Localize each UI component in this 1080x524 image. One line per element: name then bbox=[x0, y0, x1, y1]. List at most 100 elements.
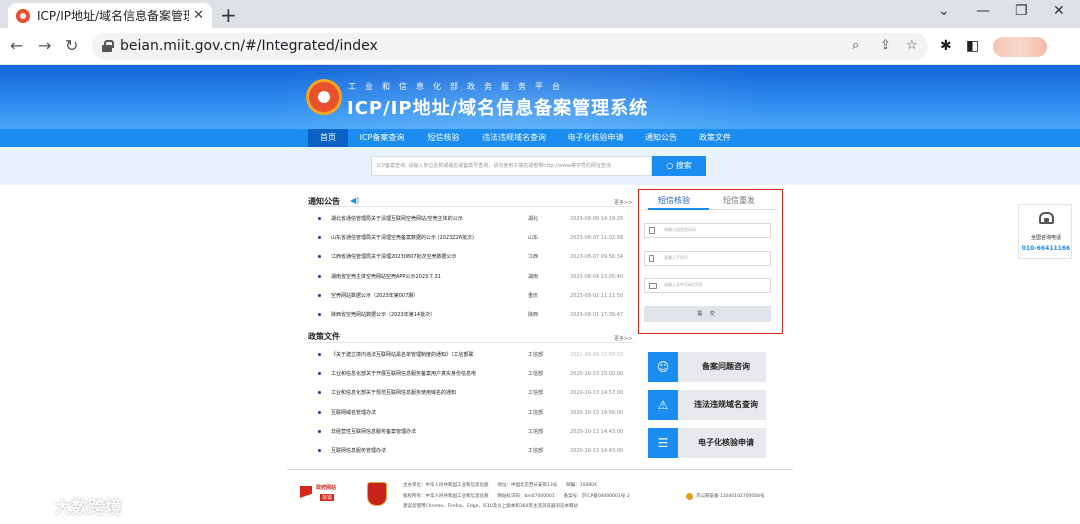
policy-date: 2020-10-13 15:00:00 bbox=[570, 371, 624, 377]
minimize-icon[interactable]: — bbox=[976, 3, 990, 19]
policy-title[interactable]: 《关于建立境内违法互联网站黑名单管理制度的通知》（工信部联 bbox=[331, 349, 516, 361]
notice-item[interactable]: 山东省通信管理局关于清理空壳备案数据的公示 (2023Z26批次) 山东 202… bbox=[318, 232, 638, 244]
notice-region: 陕西 bbox=[528, 312, 539, 318]
nav-icp-query[interactable]: ICP备案查询 bbox=[352, 129, 412, 147]
tab-search-chevron-icon[interactable]: ⌄ bbox=[938, 3, 950, 19]
url-text[interactable]: beian.miit.gov.cn/#/Integrated/index bbox=[120, 38, 378, 54]
notice-region: 山东 bbox=[528, 235, 539, 241]
bullet-icon bbox=[318, 313, 321, 316]
search-button[interactable]: ○ 搜索 bbox=[652, 156, 706, 176]
policy-title[interactable]: 非经营性互联网信息服务备案管理办法 bbox=[331, 426, 516, 438]
policy-item[interactable]: 工业和信息化部关于开展互联网信息服务备案用户真实身份信息电 工信部 2020-1… bbox=[318, 368, 638, 380]
site-banner: 工业和信息化部政务服务平台 ICP/IP地址/域名信息备案管理系统 bbox=[0, 65, 1080, 129]
bullet-icon bbox=[318, 275, 321, 278]
back-icon[interactable]: ← bbox=[10, 36, 23, 55]
bullet-icon bbox=[318, 217, 321, 220]
nav-notices[interactable]: 通知公告 bbox=[636, 129, 686, 147]
service-illegal-domain-label: 违法违规域名查询 bbox=[694, 400, 758, 409]
footer-divider bbox=[287, 469, 793, 470]
nav-e-verify[interactable]: 电子化核验申请 bbox=[558, 129, 633, 147]
zoom-icon[interactable]: ⌕ bbox=[852, 38, 859, 53]
service-illegal-domain-tile[interactable]: ⚠ 违法违规域名查询 bbox=[648, 390, 766, 420]
nav-home[interactable]: 首页 bbox=[308, 129, 348, 147]
policy-title[interactable]: 工业和信息化部关于开展互联网信息服务备案用户真实身份信息电 bbox=[331, 368, 516, 380]
policy-region: 工信部 bbox=[528, 429, 544, 435]
bullet-icon bbox=[318, 353, 321, 356]
notice-title[interactable]: 陕西省空壳网站数据公示（2023年第14批次） bbox=[331, 309, 516, 321]
id-card-icon bbox=[649, 283, 657, 289]
notice-region: 湖南 bbox=[528, 274, 539, 280]
policy-title[interactable]: 互联网信息服务管理办法 bbox=[331, 445, 516, 457]
phone-placeholder: 请输入手机号 bbox=[664, 255, 688, 260]
notice-item[interactable]: 湖北省通信管理局关于清理互联网空壳网站/空壳主体的公示 湖北 2023-08-0… bbox=[318, 213, 638, 225]
telephone-icon bbox=[1039, 212, 1054, 224]
footer-sponsor: 主办单位：中华人民共和国工业和信息化部 地址：中国北京西长安街13号 邮编：10… bbox=[403, 483, 597, 488]
browser-tab[interactable]: ICP/IP地址/域名信息备案管理系 ✕ bbox=[8, 3, 212, 28]
notice-title[interactable]: 空壳网站数据公示（2023年第007期） bbox=[331, 290, 516, 302]
service-e-verify-tile[interactable]: ☰ 电子化核验申请 bbox=[648, 428, 766, 458]
profile-avatar[interactable] bbox=[993, 37, 1047, 57]
sms-code-field[interactable]: 请输入短信验证码 bbox=[644, 223, 771, 238]
id-number-field[interactable]: 请输入证件号码后6位 bbox=[644, 278, 771, 293]
sms-submit-button[interactable]: 提 交 bbox=[644, 306, 771, 322]
notice-item[interactable]: 陕西省空壳网站数据公示（2023年第14批次） 陕西 2023-08-01 17… bbox=[318, 309, 638, 321]
new-tab-icon[interactable]: + bbox=[220, 3, 237, 27]
search-placeholder: 请输入单位名称或域名或备案号查询，请勿使用子域名或者带http://www等字符… bbox=[408, 163, 611, 169]
gov-site-error-badge[interactable]: 政府网站 找错 bbox=[300, 483, 348, 505]
notice-date: 2023-08-07 09:56:34 bbox=[570, 254, 624, 260]
search-button-label: 搜索 bbox=[675, 161, 692, 170]
policy-item[interactable]: 互联网信息服务管理办法 工信部 2020-10-13 14:43:00 bbox=[318, 445, 638, 457]
policies-more-link[interactable]: 更多>> bbox=[614, 335, 632, 342]
nav-policies[interactable]: 政策文件 bbox=[690, 129, 740, 147]
policy-title[interactable]: 工业和信息化部关于规范互联网信息服务使用域名的通知 bbox=[331, 387, 516, 399]
policy-title[interactable]: 互联网域名管理办法 bbox=[331, 407, 516, 419]
notice-title[interactable]: 湖北省通信管理局关于清理互联网空壳网站/空壳主体的公示 bbox=[331, 213, 516, 225]
share-icon[interactable]: ⇪ bbox=[880, 38, 891, 53]
notice-title[interactable]: 江西省通信管理局关于清理20230807批次空壳数据公示 bbox=[331, 251, 516, 263]
policy-date: 2020-10-13 14:43:00 bbox=[570, 429, 624, 435]
notice-date: 2023-08-01 17:39:47 bbox=[570, 312, 624, 318]
window-close-icon[interactable]: ✕ bbox=[1053, 3, 1065, 19]
gov-badge-sub: 找错 bbox=[320, 494, 335, 501]
site-subtitle: 工业和信息化部政务服务平台 bbox=[348, 82, 569, 91]
reload-icon[interactable]: ↻ bbox=[65, 36, 78, 55]
policy-date: 2020-10-13 14:57:00 bbox=[570, 390, 624, 396]
nav-sms-verify[interactable]: 短信核验 bbox=[416, 129, 471, 147]
hotline-widget[interactable]: 全国咨询电话 010-66411166 bbox=[1018, 204, 1072, 259]
restore-icon[interactable]: ❐ bbox=[1015, 3, 1028, 19]
notice-date: 2023-08-02 11:11:50 bbox=[570, 293, 624, 299]
address-bar[interactable]: beian.miit.gov.cn/#/Integrated/index ⌕ ⇪… bbox=[92, 33, 928, 60]
notice-title[interactable]: 山东省通信管理局关于清理空壳备案数据的公示 (2023Z26批次) bbox=[331, 232, 516, 244]
icp-search-input[interactable]: ICP备案查询: 请输入单位名称或域名或备案号查询，请勿使用子域名或者带http… bbox=[371, 156, 652, 176]
notice-item[interactable]: 空壳网站数据公示（2023年第007期） 重庆 2023-08-02 11:11… bbox=[318, 290, 638, 302]
extensions-icon[interactable]: ✱ bbox=[940, 38, 952, 54]
close-tab-icon[interactable]: ✕ bbox=[193, 8, 204, 23]
policy-item[interactable]: 非经营性互联网信息服务备案管理办法 工信部 2020-10-13 14:43:0… bbox=[318, 426, 638, 438]
service-consult-label: 备案问题咨询 bbox=[702, 362, 750, 371]
hotline-label: 全国咨询电话 bbox=[1030, 235, 1061, 241]
nav-illegal-domain[interactable]: 违法违规域名查询 bbox=[474, 129, 554, 147]
policy-item[interactable]: 互联网域名管理办法 工信部 2020-10-13 14:56:00 bbox=[318, 407, 638, 419]
lock-icon[interactable] bbox=[102, 40, 114, 52]
notice-item[interactable]: 湖南省空壳主体空壳网站空壳APP公示2023.7.31 湖南 2023-08-0… bbox=[318, 271, 638, 283]
forward-icon[interactable]: → bbox=[38, 36, 51, 55]
footer-police-record[interactable]: 京公网安备 11040102700068号 bbox=[696, 493, 765, 499]
notice-title[interactable]: 湖南省空壳主体空壳网站空壳APP公示2023.7.31 bbox=[331, 271, 516, 283]
tab-sms-resend[interactable]: 短信重发 bbox=[723, 195, 755, 206]
hotline-number: 010-66411166 bbox=[1021, 245, 1071, 252]
notice-region: 重庆 bbox=[528, 293, 539, 299]
policy-item[interactable]: 工业和信息化部关于规范互联网信息服务使用域名的通知 工信部 2020-10-13… bbox=[318, 387, 638, 399]
bookmark-star-icon[interactable]: ☆ bbox=[906, 38, 918, 53]
message-icon bbox=[649, 227, 655, 234]
notices-more-link[interactable]: 更多>> bbox=[614, 199, 632, 206]
tab-sms-verify[interactable]: 短信核验 bbox=[658, 195, 690, 206]
id-number-placeholder: 请输入证件号码后6位 bbox=[664, 282, 703, 287]
policy-item[interactable]: 《关于建立境内违法互联网站黑名单管理制度的通知》（工信部联 工信部 2021-0… bbox=[318, 349, 638, 361]
service-consult-tile[interactable]: ☺ 备案问题咨询 bbox=[648, 352, 766, 382]
side-panel-icon[interactable]: ◧ bbox=[966, 38, 979, 54]
notice-item[interactable]: 江西省通信管理局关于清理20230807批次空壳数据公示 江西 2023-08-… bbox=[318, 251, 638, 263]
party-emblem-icon[interactable] bbox=[367, 482, 387, 506]
bullet-icon bbox=[318, 236, 321, 239]
phone-field[interactable]: 请输入手机号 bbox=[644, 251, 771, 266]
bullet-icon bbox=[318, 391, 321, 394]
